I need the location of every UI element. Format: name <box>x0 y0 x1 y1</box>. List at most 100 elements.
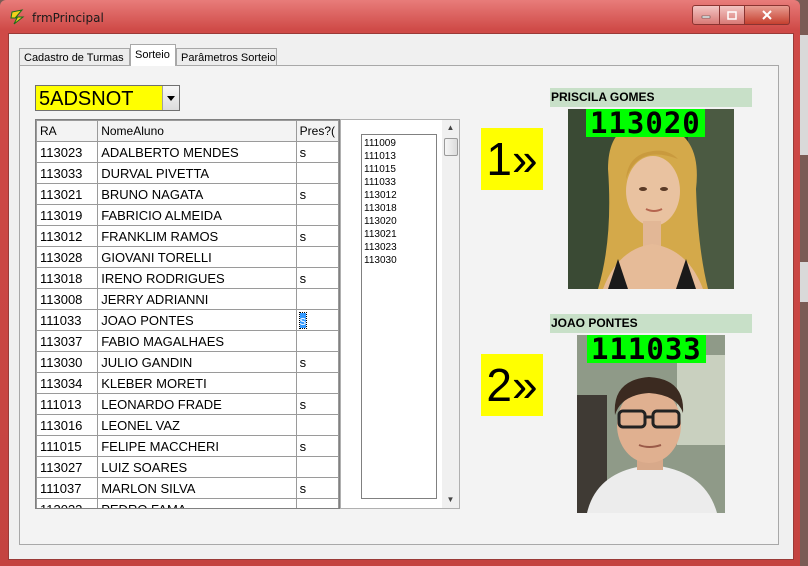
cell-nome[interactable]: FELIPE MACCHERI <box>97 435 297 457</box>
title-bar[interactable]: frmPrincipal <box>0 0 800 34</box>
table-row[interactable]: 113030 JULIO GANDIN s <box>36 351 339 373</box>
cell-ra[interactable]: 113012 <box>36 225 99 247</box>
cell-ra[interactable]: 113032 <box>36 498 99 508</box>
table-row[interactable]: 113027 LUIZ SOARES <box>36 456 339 478</box>
cell-ra[interactable]: 111033 <box>36 309 99 331</box>
cell-ra[interactable]: 113030 <box>36 351 99 373</box>
cell-nome[interactable]: JERRY ADRIANNI <box>97 288 297 310</box>
cell-ra[interactable]: 111013 <box>36 393 99 415</box>
cell-nome[interactable]: KLEBER MORETI <box>97 372 297 394</box>
table-row[interactable]: 111037 MARLON SILVA s <box>36 477 339 499</box>
scroll-thumb[interactable] <box>444 138 458 156</box>
cell-nome[interactable]: LUIZ SOARES <box>97 456 297 478</box>
table-row[interactable]: 111015 FELIPE MACCHERI s <box>36 435 339 457</box>
cell-pres[interactable] <box>295 288 339 310</box>
cell-pres[interactable]: s <box>295 477 339 499</box>
table-row[interactable]: 113008 JERRY ADRIANNI <box>36 288 339 310</box>
table-row[interactable]: 113037 FABIO MAGALHAES <box>36 330 339 352</box>
cell-nome[interactable]: LEONARDO FRADE <box>97 393 297 415</box>
list-item[interactable]: 113012 <box>364 189 434 202</box>
close-button[interactable] <box>745 5 790 25</box>
cell-pres[interactable] <box>295 372 339 394</box>
cell-pres[interactable] <box>295 498 339 508</box>
cell-nome[interactable]: DURVAL PIVETTA <box>97 162 297 184</box>
cell-pres[interactable]: s <box>295 267 339 289</box>
cell-nome[interactable]: FABIO MAGALHAES <box>97 330 297 352</box>
list-item[interactable]: 113018 <box>364 202 434 215</box>
table-row[interactable]: 111013 LEONARDO FRADE s <box>36 393 339 415</box>
cell-pres-selected[interactable]: s <box>295 309 339 331</box>
cell-ra[interactable]: 113027 <box>36 456 99 478</box>
maximize-button[interactable] <box>720 5 745 25</box>
scroll-up-arrow-icon[interactable]: ▲ <box>442 120 459 136</box>
list-item[interactable]: 111013 <box>364 150 434 163</box>
table-row[interactable]: 111033 JOAO PONTES s <box>36 309 339 331</box>
cell-ra[interactable]: 113028 <box>36 246 99 268</box>
cell-nome[interactable]: GIOVANI TORELLI <box>97 246 297 268</box>
list-item[interactable]: 111033 <box>364 176 434 189</box>
cell-nome[interactable]: MARLON SILVA <box>97 477 297 499</box>
scroll-down-arrow-icon[interactable]: ▼ <box>442 492 459 508</box>
tab-parametros-sorteio[interactable]: Parâmetros Sorteio <box>176 48 277 66</box>
cell-pres[interactable] <box>295 246 339 268</box>
cell-pres[interactable]: s <box>295 435 339 457</box>
cell-ra[interactable]: 113008 <box>36 288 99 310</box>
header-ra[interactable]: RA <box>36 120 99 142</box>
table-row[interactable]: 113021 BRUNO NAGATA s <box>36 183 339 205</box>
header-presente[interactable]: Pres?( <box>295 120 339 142</box>
cell-nome[interactable]: ADALBERTO MENDES <box>97 141 297 163</box>
cell-nome[interactable]: FABRICIO ALMEIDA <box>97 204 297 226</box>
table-row[interactable]: 113032 PEDRO FAMA <box>36 498 339 508</box>
cell-ra[interactable]: 113019 <box>36 204 99 226</box>
cell-ra[interactable]: 113018 <box>36 267 99 289</box>
table-row[interactable]: 113034 KLEBER MORETI <box>36 372 339 394</box>
cell-pres[interactable] <box>295 414 339 436</box>
list-item[interactable]: 113030 <box>364 254 434 267</box>
cell-pres[interactable] <box>295 456 339 478</box>
table-row[interactable]: 113033 DURVAL PIVETTA <box>36 162 339 184</box>
list-item[interactable]: 111009 <box>364 137 434 150</box>
students-grid[interactable]: RA NomeAluno Pres?( 113023 ADALBERTO MEND… <box>35 119 340 509</box>
cell-ra[interactable]: 111015 <box>36 435 99 457</box>
cell-pres[interactable]: s <box>295 351 339 373</box>
list-item[interactable]: 113023 <box>364 241 434 254</box>
cell-pres[interactable] <box>295 204 339 226</box>
cell-pres[interactable]: s <box>295 393 339 415</box>
cell-nome[interactable]: LEONEL VAZ <box>97 414 297 436</box>
cell-ra[interactable]: 113033 <box>36 162 99 184</box>
tab-cadastro-de-turmas[interactable]: Cadastro de Turmas <box>19 48 130 66</box>
cell-nome[interactable]: IRENO RODRIGUES <box>97 267 297 289</box>
cell-pres[interactable]: s <box>295 183 339 205</box>
header-nome-aluno[interactable]: NomeAluno <box>97 120 297 142</box>
tab-sorteio[interactable]: Sorteio <box>130 44 176 66</box>
cell-nome[interactable]: JULIO GANDIN <box>97 351 297 373</box>
combo-dropdown-button[interactable] <box>162 86 179 110</box>
list-item[interactable]: 111015 <box>364 163 434 176</box>
cell-ra[interactable]: 113021 <box>36 183 99 205</box>
class-combo[interactable]: 5ADSNOT <box>35 85 180 111</box>
cell-ra[interactable]: 113023 <box>36 141 99 163</box>
table-row[interactable]: 113023 ADALBERTO MENDES s <box>36 141 339 163</box>
cell-ra[interactable]: 113034 <box>36 372 99 394</box>
cell-ra[interactable]: 113037 <box>36 330 99 352</box>
present-list[interactable]: 111009 111013 111015 111033 113012 11301… <box>361 134 437 499</box>
cell-pres[interactable]: s <box>295 225 339 247</box>
table-row[interactable]: 113016 LEONEL VAZ <box>36 414 339 436</box>
cell-nome[interactable]: JOAO PONTES <box>97 309 297 331</box>
cell-nome[interactable]: PEDRO FAMA <box>97 498 297 508</box>
list-item[interactable]: 113021 <box>364 228 434 241</box>
table-row[interactable]: 113019 FABRICIO ALMEIDA <box>36 204 339 226</box>
minimize-button[interactable] <box>692 5 720 25</box>
list-item[interactable]: 113020 <box>364 215 434 228</box>
vertical-scrollbar[interactable]: ▲ ▼ <box>442 120 459 508</box>
cell-nome[interactable]: FRANKLIM RAMOS <box>97 225 297 247</box>
cell-pres[interactable] <box>295 162 339 184</box>
cell-pres[interactable]: s <box>295 141 339 163</box>
cell-pres[interactable] <box>295 330 339 352</box>
cell-ra[interactable]: 113016 <box>36 414 99 436</box>
table-row[interactable]: 113028 GIOVANI TORELLI <box>36 246 339 268</box>
table-row[interactable]: 113012 FRANKLIM RAMOS s <box>36 225 339 247</box>
cell-ra[interactable]: 111037 <box>36 477 99 499</box>
table-row[interactable]: 113018 IRENO RODRIGUES s <box>36 267 339 289</box>
cell-nome[interactable]: BRUNO NAGATA <box>97 183 297 205</box>
